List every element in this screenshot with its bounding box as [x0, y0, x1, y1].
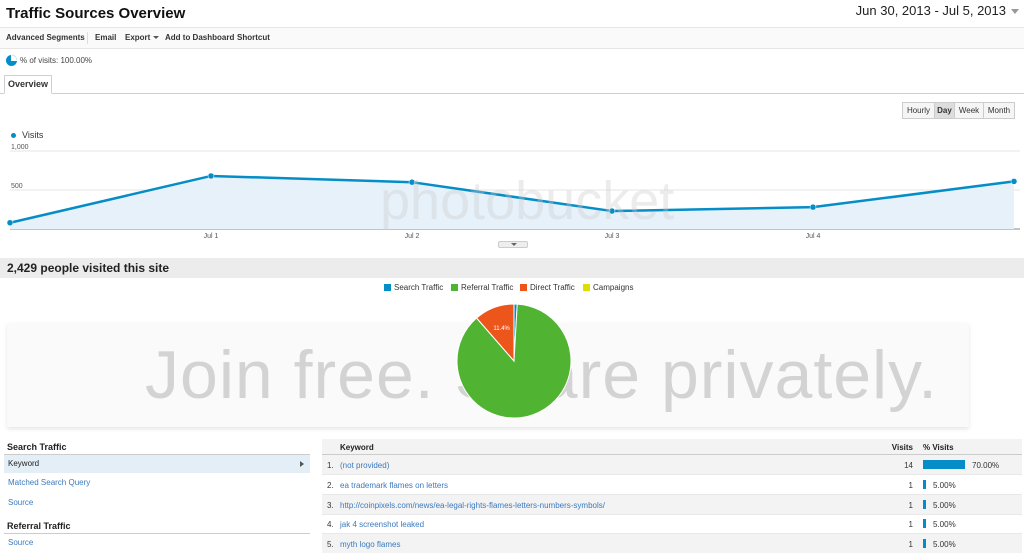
pct-bar	[923, 519, 926, 529]
chart-legend: Visits	[11, 130, 43, 140]
y-tick-label: 1,000	[11, 144, 29, 151]
pct-value: 5.00%	[933, 520, 956, 530]
toolbar: Advanced Segments Email Export Add to Da…	[0, 27, 1024, 49]
row-index: 5.	[327, 540, 334, 550]
watermark-brand: photobucket	[380, 171, 675, 231]
y-tick-label: 500	[11, 183, 23, 190]
pct-value: 70.00%	[972, 461, 1000, 470]
col-pct-visits[interactable]: % Visits	[923, 443, 954, 452]
pct-bar	[923, 539, 926, 549]
x-tick-label: Jul 3	[605, 233, 620, 240]
chevron-down-icon[interactable]	[1011, 9, 1019, 14]
pct-bar	[923, 479, 926, 489]
data-point	[809, 203, 817, 211]
table-row[interactable]: 1. (not provided) 14 70.00%	[322, 455, 1022, 475]
search-traffic-header: Search Traffic	[4, 439, 310, 455]
add-to-dashboard-button[interactable]: Add to Dashboard	[165, 33, 234, 42]
legend-swatch	[384, 284, 391, 292]
legend-label: Direct Traffic	[530, 283, 575, 292]
keyword-table-header: Keyword Visits % Visits	[322, 439, 1022, 455]
segment-label: % of visits: 100.00%	[20, 56, 93, 65]
pct-bar	[923, 499, 926, 509]
table-row[interactable]: 2. ea trademark flames on letters 1 5.00%	[322, 475, 1022, 495]
tab-overview[interactable]: Overview	[4, 75, 52, 94]
nav-search-source[interactable]: Source	[4, 494, 310, 512]
visits-value: 1	[908, 540, 913, 550]
x-tick-label: Jul 1	[204, 233, 219, 240]
legend-label: Referral Traffic	[461, 283, 514, 292]
keyword-link[interactable]: jak 4 screenshot leaked	[340, 520, 424, 529]
shortcut-button[interactable]: Shortcut	[237, 33, 270, 42]
pct-value: 5.00%	[933, 480, 956, 490]
pie-legend-direct[interactable]: Direct Traffic	[520, 283, 575, 295]
traffic-sources-pie-chart: 87.7% 11.4%	[456, 303, 572, 419]
row-index: 4.	[327, 520, 334, 530]
pie-slice-label: 11.4%	[493, 326, 510, 332]
toolbar-divider	[87, 32, 88, 44]
nav-matched-search-query[interactable]: Matched Search Query	[4, 474, 310, 492]
granularity-week-button[interactable]: Week	[954, 102, 984, 119]
row-index: 2.	[327, 480, 334, 490]
nav-referral-source[interactable]: Source	[4, 534, 310, 552]
data-point	[1010, 178, 1018, 185]
summary-text: 2,429 people visited this site	[7, 261, 170, 275]
data-point	[207, 172, 215, 180]
nav-keyword-label: Keyword	[8, 459, 40, 468]
legend-label: Campaigns	[593, 283, 634, 292]
table-row[interactable]: 3. http://coinpixels.com/news/ea-legal-ri…	[322, 494, 1022, 515]
visits-value: 1	[908, 500, 913, 510]
pie-segment-icon	[6, 55, 17, 66]
legend-swatch	[583, 284, 590, 292]
legend-dot-visits	[11, 133, 16, 139]
visits-value: 1	[908, 480, 913, 490]
chevron-right-icon	[300, 461, 304, 467]
pct-bar	[923, 460, 965, 469]
col-keyword[interactable]: Keyword	[340, 443, 374, 452]
granularity-day-button[interactable]: Day	[934, 102, 955, 119]
col-visits[interactable]: Visits	[882, 443, 913, 452]
pie-slice-label: 87.7%	[526, 418, 544, 419]
keyword-link[interactable]: myth logo flames	[340, 540, 400, 549]
referral-traffic-header: Referral Traffic	[4, 518, 310, 534]
pie-legend-search[interactable]: Search Traffic	[384, 283, 443, 295]
pct-value: 5.00%	[933, 500, 956, 510]
keyword-link[interactable]: ea trademark flames on letters	[340, 481, 448, 490]
legend-label: Search Traffic	[394, 283, 444, 292]
granularity-hourly-button[interactable]: Hourly	[902, 102, 935, 119]
legend-label-visits: Visits	[22, 130, 44, 140]
x-tick-label: Jul 4	[806, 233, 821, 240]
x-tick-label: Jul 2	[405, 233, 420, 240]
visits-value: 14	[904, 461, 913, 470]
pct-value: 5.00%	[933, 540, 956, 550]
chart-resize-handle[interactable]	[498, 241, 528, 248]
pie-legend-referral[interactable]: Referral Traffic	[451, 283, 513, 295]
summary-bar: 2,429 people visited this site	[0, 258, 1024, 278]
export-label: Export	[125, 33, 151, 42]
email-button[interactable]: Email	[95, 33, 116, 42]
granularity-month-button[interactable]: Month	[983, 102, 1015, 119]
keyword-link[interactable]: (not provided)	[340, 461, 389, 470]
nav-keyword[interactable]: Keyword	[4, 455, 310, 473]
table-row[interactable]: 4. jak 4 screenshot leaked 1 5.00%	[322, 514, 1022, 535]
keyword-link[interactable]: http://coinpixels.com/news/ea-legal-righ…	[340, 501, 605, 510]
row-index: 1.	[327, 461, 334, 470]
advanced-segments-button[interactable]: Advanced Segments	[6, 33, 85, 42]
chevron-down-icon	[153, 36, 160, 40]
page-title: Traffic Sources Overview	[6, 5, 186, 22]
legend-swatch	[520, 284, 527, 292]
page-header: Traffic Sources Overview Jun 30, 2013 - …	[0, 0, 1024, 26]
visits-value: 1	[908, 520, 913, 530]
data-point	[6, 219, 14, 227]
legend-swatch	[451, 284, 458, 292]
row-index: 3.	[327, 500, 334, 510]
table-row[interactable]: 5. myth logo flames 1 5.00%	[322, 534, 1022, 553]
tab-strip-divider	[0, 93, 1024, 94]
export-button[interactable]: Export	[125, 33, 160, 42]
pie-legend-campaigns[interactable]: Campaigns	[583, 283, 633, 295]
date-range-picker[interactable]: Jun 30, 2013 - Jul 5, 2013	[856, 3, 1006, 18]
